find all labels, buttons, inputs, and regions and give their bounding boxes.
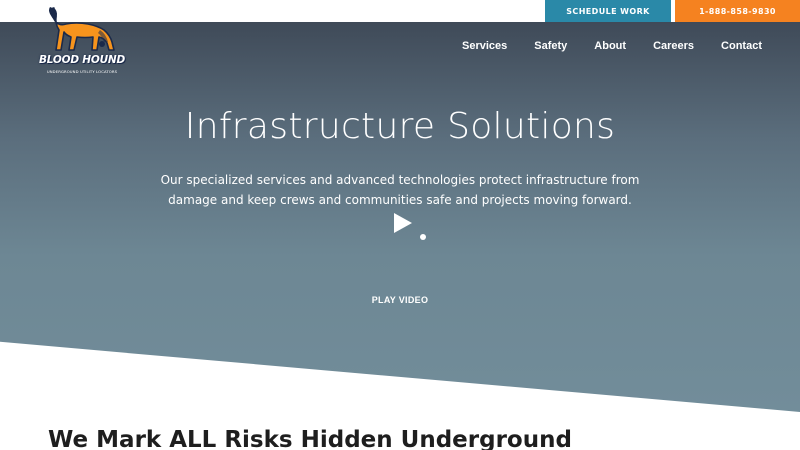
hero-title: Infrastructure Solutions xyxy=(184,106,616,147)
play-icon[interactable] xyxy=(393,212,413,234)
hero-subtitle-line: Our specialized services and advanced te… xyxy=(160,173,640,187)
loading-dot-icon xyxy=(420,234,426,240)
logo[interactable]: BLOOD HOUND UNDERGROUND UTILITY LOCATORS xyxy=(36,4,128,78)
hound-dog-icon xyxy=(49,7,115,51)
phone-button[interactable]: 1-888-858-9830 xyxy=(675,0,800,22)
logo-wordmark: BLOOD HOUND xyxy=(38,54,126,66)
hero-subtitle-line: damage and keep crews and communities sa… xyxy=(168,193,632,207)
hero-subtitle: Our specialized services and advanced te… xyxy=(150,170,650,210)
play-video-link[interactable]: PLAY VIDEO xyxy=(0,295,800,305)
nav-item-careers[interactable]: Careers xyxy=(653,40,694,52)
nav-item-about[interactable]: About xyxy=(594,40,626,52)
nav-item-safety[interactable]: Safety xyxy=(534,40,567,52)
section-title: We Mark ALL Risks Hidden Underground xyxy=(48,427,572,450)
nav-item-services[interactable]: Services xyxy=(462,40,507,52)
nav-item-contact[interactable]: Contact xyxy=(721,40,762,52)
main-nav: Services Safety About Careers Contact xyxy=(435,40,762,52)
logo-tagline: UNDERGROUND UTILITY LOCATORS xyxy=(46,69,118,74)
schedule-work-button[interactable]: SCHEDULE WORK xyxy=(545,0,671,22)
